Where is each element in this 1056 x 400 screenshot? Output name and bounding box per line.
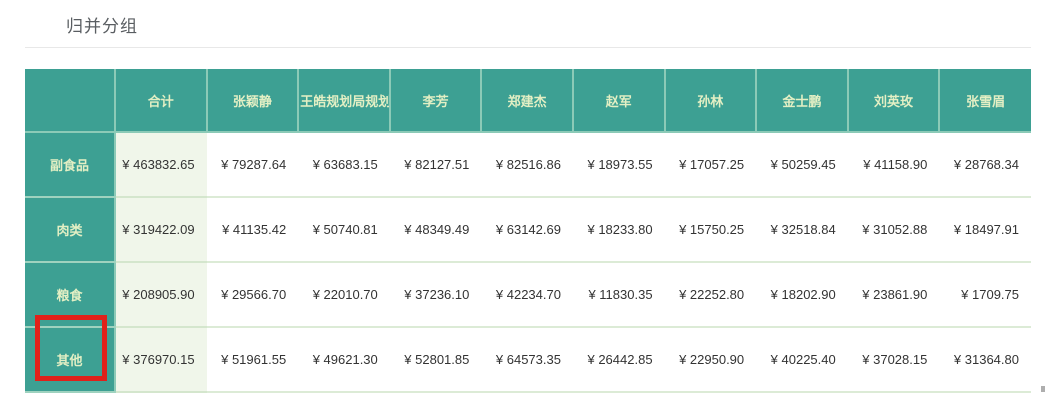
- table-body: 副食品 ¥ 463832.65 ¥ 79287.64 ¥ 63683.15 ¥ …: [25, 132, 1031, 393]
- column-header: 郑建杰: [481, 69, 574, 133]
- column-header: 金士鹏: [756, 69, 849, 133]
- amount-cell: ¥ 82127.51: [389, 132, 482, 198]
- amount-cell: ¥ 48349.49: [389, 197, 482, 263]
- amount-cell: ¥ 22010.70: [298, 262, 390, 328]
- amount-cell: ¥ 52801.85: [389, 327, 482, 393]
- amount-cell: ¥ 50740.81: [298, 197, 390, 263]
- column-header: 张雪眉: [939, 69, 1031, 133]
- amount-cell: ¥ 23861.90: [847, 262, 940, 328]
- amount-cell: ¥ 40225.40: [756, 327, 848, 393]
- row-label[interactable]: 副食品: [25, 132, 116, 198]
- amount-cell: ¥ 42234.70: [481, 262, 573, 328]
- column-header: 刘英玫: [847, 69, 941, 133]
- column-header: 张颖静: [206, 69, 300, 133]
- amount-cell: ¥ 208905.90: [115, 262, 207, 328]
- column-header-total: 合计: [115, 69, 208, 133]
- column-header-empty: [25, 69, 116, 133]
- table-header: 合计 张颖静 王皓规划局规划 李芳 郑建杰 赵军 孙林 金士鹏 刘英玫 张雪眉: [25, 69, 1031, 133]
- table-row: 肉类 ¥ 319422.09 ¥ 41135.42 ¥ 50740.81 ¥ 4…: [25, 197, 1031, 263]
- amount-cell: ¥ 41158.90: [847, 132, 940, 198]
- amount-cell: ¥ 49621.30: [298, 327, 390, 393]
- cursor-artifact: [1041, 386, 1045, 392]
- amount-cell: ¥ 15750.25: [664, 197, 757, 263]
- row-label[interactable]: 粮食: [25, 262, 116, 328]
- amount-cell: ¥ 28768.34: [939, 132, 1031, 198]
- row-label-highlighted[interactable]: 其他: [25, 327, 116, 393]
- amount-cell: ¥ 22950.90: [664, 327, 757, 393]
- amount-cell: ¥ 63683.15: [298, 132, 390, 198]
- amount-cell: ¥ 18973.55: [572, 132, 665, 198]
- title-divider: [25, 47, 1031, 48]
- amount-cell: ¥ 26442.85: [572, 327, 665, 393]
- header-row: 合计 张颖静 王皓规划局规划 李芳 郑建杰 赵军 孙林 金士鹏 刘英玫 张雪眉: [25, 69, 1031, 133]
- column-header: 赵军: [572, 69, 666, 133]
- amount-cell: ¥ 18233.80: [572, 197, 665, 263]
- amount-cell: ¥ 79287.64: [206, 132, 299, 198]
- page-title: 归并分组: [66, 17, 138, 36]
- amount-cell: ¥ 37028.15: [847, 327, 940, 393]
- column-header: 王皓规划局规划: [298, 69, 391, 133]
- amount-cell: ¥ 22252.80: [664, 262, 757, 328]
- merge-group-table: 合计 张颖静 王皓规划局规划 李芳 郑建杰 赵军 孙林 金士鹏 刘英玫 张雪眉 …: [25, 69, 1031, 393]
- amount-cell: ¥ 18497.91: [939, 197, 1031, 263]
- amount-cell: ¥ 11830.35: [572, 262, 665, 328]
- table-row: 副食品 ¥ 463832.65 ¥ 79287.64 ¥ 63683.15 ¥ …: [25, 132, 1031, 198]
- amount-cell: ¥ 17057.25: [664, 132, 757, 198]
- amount-cell: ¥ 82516.86: [481, 132, 573, 198]
- amount-cell: ¥ 31052.88: [847, 197, 940, 263]
- amount-cell: ¥ 37236.10: [389, 262, 482, 328]
- amount-cell: ¥ 64573.35: [481, 327, 573, 393]
- column-header: 孙林: [664, 69, 758, 133]
- table-row: 其他 ¥ 376970.15 ¥ 51961.55 ¥ 49621.30 ¥ 5…: [25, 327, 1031, 393]
- amount-cell: ¥ 50259.45: [756, 132, 848, 198]
- amount-cell: ¥ 18202.90: [756, 262, 848, 328]
- amount-cell: ¥ 51961.55: [206, 327, 299, 393]
- amount-cell: ¥ 1709.75: [939, 262, 1031, 328]
- merge-group-table-container: 合计 张颖静 王皓规划局规划 李芳 郑建杰 赵军 孙林 金士鹏 刘英玫 张雪眉 …: [25, 69, 1031, 393]
- amount-cell: ¥ 41135.42: [206, 197, 299, 263]
- row-label[interactable]: 肉类: [25, 197, 116, 263]
- amount-cell: ¥ 319422.09: [115, 197, 207, 263]
- amount-cell: ¥ 29566.70: [206, 262, 299, 328]
- column-header: 李芳: [389, 69, 483, 133]
- amount-cell: ¥ 32518.84: [756, 197, 848, 263]
- table-row: 粮食 ¥ 208905.90 ¥ 29566.70 ¥ 22010.70 ¥ 3…: [25, 262, 1031, 328]
- amount-cell: ¥ 376970.15: [115, 327, 207, 393]
- amount-cell: ¥ 31364.80: [939, 327, 1031, 393]
- amount-cell: ¥ 463832.65: [115, 132, 207, 198]
- amount-cell: ¥ 63142.69: [481, 197, 573, 263]
